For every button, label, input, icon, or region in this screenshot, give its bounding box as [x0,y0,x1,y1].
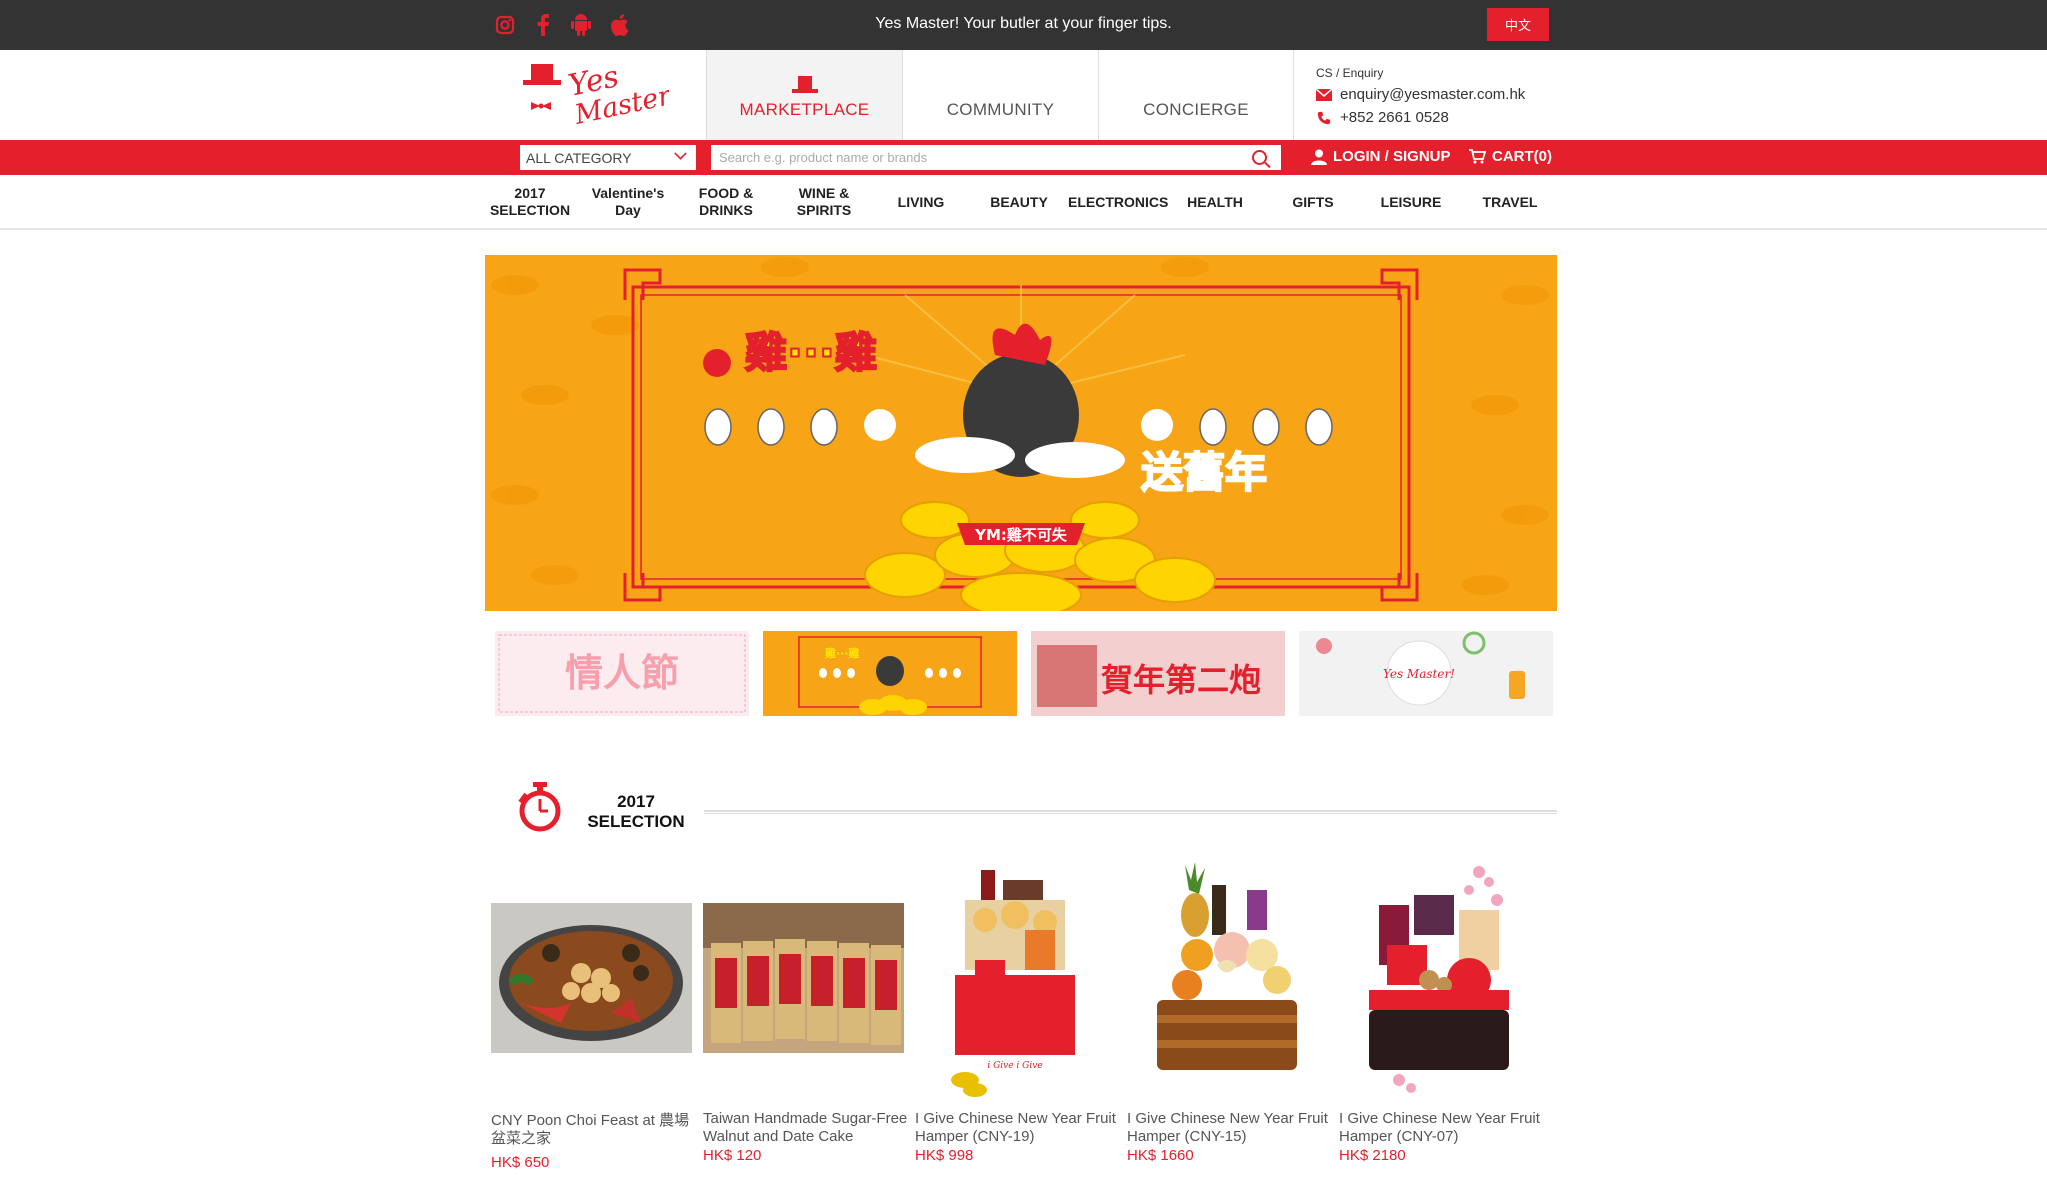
product-price: HK$ 998 [915,1147,974,1164]
thumbnail-text: 雞···雞 [824,646,860,660]
product-image[interactable] [1339,860,1539,1100]
category-label: Valentine's [591,185,665,201]
category-label: WINE & [798,185,850,201]
thumbnail-cny-second[interactable]: 賀年第二炮 [1031,631,1285,716]
category-living[interactable]: LIVING [872,194,970,211]
category-2017-selection[interactable]: 2017 SELECTION [481,185,579,219]
product-price: HK$ 1660 [1127,1147,1194,1164]
top-bar: Yes Master! Your butler at your finger t… [0,0,2047,50]
category-label: HEALTH [1187,194,1243,210]
section-divider [704,810,1557,814]
category-leisure[interactable]: LEISURE [1362,194,1460,211]
chevron-down-icon [674,147,687,160]
category-health[interactable]: HEALTH [1166,194,1264,211]
category-dropdown[interactable]: ALL CATEGORY [520,145,696,170]
search-bar: ALL CATEGORY LOGIN / SIGNUP CART(0) [0,140,2047,175]
login-label: LOGIN / SIGNUP [1333,148,1451,165]
category-dropdown-value: ALL CATEGORY [526,149,632,166]
category-label: Day [615,202,641,218]
category-label: TRAVEL [1482,194,1538,210]
product-name[interactable]: CNY Poon Choi Feast at 農場盆菜之家 [491,1112,696,1148]
thumbnail-cny-rooster[interactable]: 雞···雞 [763,631,1017,716]
thumbnail-valentines[interactable]: 情人節 [495,631,749,716]
category-travel[interactable]: TRAVEL [1461,194,1559,211]
category-label: GIFTS [1292,194,1334,210]
product-name[interactable]: Taiwan Handmade Sugar-Free Walnut and Da… [703,1110,908,1146]
login-signup-link[interactable]: LOGIN / SIGNUP [1311,148,1451,165]
top-hat-icon [791,76,818,93]
tab-community[interactable]: COMMUNITY [902,50,1098,140]
contact-info: CS / Enquiry enquiry@yesmaster.com.hk +8… [1316,66,1525,132]
category-nav: 2017 SELECTION Valentine's Day FOOD & DRINK… [0,175,2047,230]
tab-label: MARKETPLACE [739,100,870,119]
hero-banner[interactable]: 雞···雞 送舊年 YM:雞不可失 [485,255,1557,611]
product-image[interactable] [491,903,692,1053]
header: Yes Master! MARKETPLACE COMMUNITY CONCIE… [0,50,2047,140]
product-name[interactable]: I Give Chinese New Year Fruit Hamper (CN… [1127,1110,1332,1146]
phone-icon [1317,111,1331,124]
section-title-line: 2017 [617,792,655,811]
cart-label: CART(0) [1492,148,1552,165]
banner-badge: YM:雞不可失 [974,526,1068,544]
language-toggle-button[interactable]: 中文 [1487,8,1549,41]
tab-concierge[interactable]: CONCIERGE [1098,50,1294,140]
banner-headline-left: 雞···雞 [745,328,877,377]
user-icon [1311,149,1327,165]
product-image[interactable]: i Give i Give [915,860,1115,1100]
cart-link[interactable]: CART(0) [1469,148,1552,165]
thumbnail-app[interactable]: Yes Master! [1299,631,1553,716]
banner-thumbnails: 情人節 雞···雞 賀年第二炮 Yes Master! [495,631,1553,716]
tab-label: CONCIERGE [1143,100,1249,119]
product-name[interactable]: I Give Chinese New Year Fruit Hamper (CN… [915,1110,1120,1146]
product-image[interactable] [1127,860,1327,1100]
section-title-line: SELECTION [587,812,685,831]
contact-label: CS / Enquiry [1316,66,1384,80]
product-image[interactable] [703,903,904,1053]
category-label: ELECTRONICS [1068,194,1169,210]
category-label: LEISURE [1380,194,1442,210]
tab-label: COMMUNITY [946,100,1055,119]
main-nav: MARKETPLACE COMMUNITY CONCIERGE [706,50,1294,140]
category-valentines-day[interactable]: Valentine's Day [579,185,677,219]
category-electronics[interactable]: ELECTRONICS [1068,194,1169,211]
cart-icon [1469,149,1486,164]
search-icon[interactable] [1252,150,1267,165]
category-label: 2017 [514,185,546,201]
yes-master-logo[interactable]: Yes Master! [519,59,684,131]
banner-headline-right: 送舊年 [1141,448,1267,497]
product-price: HK$ 2180 [1339,1147,1406,1164]
product-price: HK$ 650 [491,1154,550,1171]
mail-icon [1316,87,1332,101]
contact-email-link[interactable]: enquiry@yesmaster.com.hk [1340,86,1525,103]
thumbnail-text: 情人節 [565,651,679,695]
category-label: SELECTION [489,202,571,218]
thumbnail-text: Yes Master! [1383,667,1455,681]
category-label: BEAUTY [990,194,1048,210]
category-label: DRINKS [699,202,753,218]
category-wine-spirits[interactable]: WINE & SPIRITS [775,185,873,219]
search-input[interactable] [711,145,1281,170]
category-label: LIVING [897,194,945,210]
product-name[interactable]: I Give Chinese New Year Fruit Hamper (CN… [1339,1110,1544,1146]
contact-phone[interactable]: +852 2661 0528 [1340,109,1449,126]
category-gifts[interactable]: GIFTS [1264,194,1362,211]
category-food-drinks[interactable]: FOOD & DRINKS [677,185,775,219]
category-label: SPIRITS [796,202,852,218]
product-price: HK$ 120 [703,1147,762,1164]
thumbnail-text: 賀年第二炮 [1101,661,1261,699]
category-beauty[interactable]: BEAUTY [970,194,1068,211]
svg-text:i Give i Give: i Give i Give [987,1061,1042,1071]
stopwatch-icon [518,782,561,832]
category-label: FOOD & [698,185,754,201]
section-title: 2017 SELECTION [580,792,692,832]
tagline: Yes Master! Your butler at your finger t… [875,15,1172,32]
tab-marketplace[interactable]: MARKETPLACE [706,50,902,140]
